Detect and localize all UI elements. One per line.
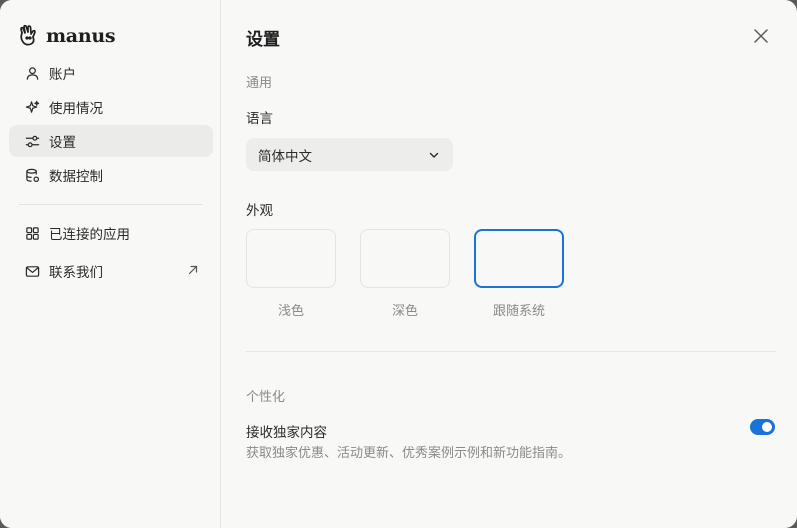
appearance-label: 外观: [246, 203, 273, 219]
chevron-down-icon: [429, 152, 439, 158]
sidebar-item-contact-us[interactable]: 联系我们: [9, 255, 213, 287]
exclusive-content-description: 获取独家优惠、活动更新、优秀案例示例和新功能指南。: [246, 446, 572, 461]
sidebar-nav-secondary: 已连接的应用 联系我们: [9, 217, 213, 293]
section-general: 通用: [246, 76, 273, 91]
settings-dialog: manus 账户 使用情况 设置 数据控制 已连接的应用 联系我们 设置 通用 …: [0, 0, 797, 528]
close-icon[interactable]: [752, 27, 770, 45]
theme-label: 深色: [391, 304, 418, 319]
theme-label: 浅色: [277, 304, 304, 319]
sidebar-nav: 账户 使用情况 设置 数据控制: [9, 57, 213, 193]
exclusive-content-label: 接收独家内容: [246, 425, 327, 441]
user-icon: [24, 65, 40, 81]
page-title: 设置: [246, 30, 280, 50]
sparkle-icon: [24, 99, 40, 115]
theme-option-system[interactable]: 跟随系统: [474, 229, 564, 319]
sidebar-item-label: 数据控制: [49, 169, 103, 185]
sidebar: manus 账户 使用情况 设置 数据控制 已连接的应用 联系我们: [0, 0, 221, 528]
sidebar-item-label: 账户: [49, 67, 76, 83]
sidebar-item-label: 联系我们: [49, 265, 103, 281]
theme-option-dark[interactable]: 深色: [360, 229, 450, 319]
mail-icon: [24, 263, 40, 279]
sliders-icon: [24, 133, 40, 149]
theme-preview-dark: [360, 229, 450, 288]
sidebar-item-connected-apps[interactable]: 已连接的应用: [9, 217, 213, 249]
toggle-knob: [762, 422, 772, 432]
language-select-value: 简体中文: [258, 148, 312, 165]
database-icon: [24, 167, 40, 183]
theme-option-light[interactable]: 浅色: [246, 229, 336, 319]
sidebar-item-account[interactable]: 账户: [9, 57, 213, 89]
section-divider: [246, 351, 776, 352]
section-personalization: 个性化: [246, 390, 286, 405]
theme-label: 跟随系统: [492, 304, 545, 319]
manus-hand-icon: [20, 24, 36, 46]
arrow-up-right-icon: [188, 265, 198, 275]
language-label: 语言: [246, 111, 273, 127]
grid-icon: [24, 225, 40, 241]
logo: manus: [18, 22, 116, 50]
sidebar-item-data-control[interactable]: 数据控制: [9, 159, 213, 191]
sidebar-item-label: 设置: [49, 135, 76, 151]
sidebar-divider: [19, 204, 203, 205]
sidebar-item-settings[interactable]: 设置: [9, 125, 213, 157]
theme-preview-light: [246, 229, 336, 288]
exclusive-content-toggle[interactable]: [750, 419, 775, 435]
sidebar-item-label: 使用情况: [49, 101, 103, 117]
settings-main: 设置 通用 语言 简体中文 外观 浅色 深色 跟随系统 个性化 接收独家内容 获…: [221, 0, 797, 528]
language-select[interactable]: 简体中文: [246, 138, 453, 171]
sidebar-item-label: 已连接的应用: [49, 227, 130, 243]
logo-text: manus: [46, 25, 116, 47]
sidebar-item-usage[interactable]: 使用情况: [9, 91, 213, 123]
theme-preview-system: [474, 229, 564, 288]
